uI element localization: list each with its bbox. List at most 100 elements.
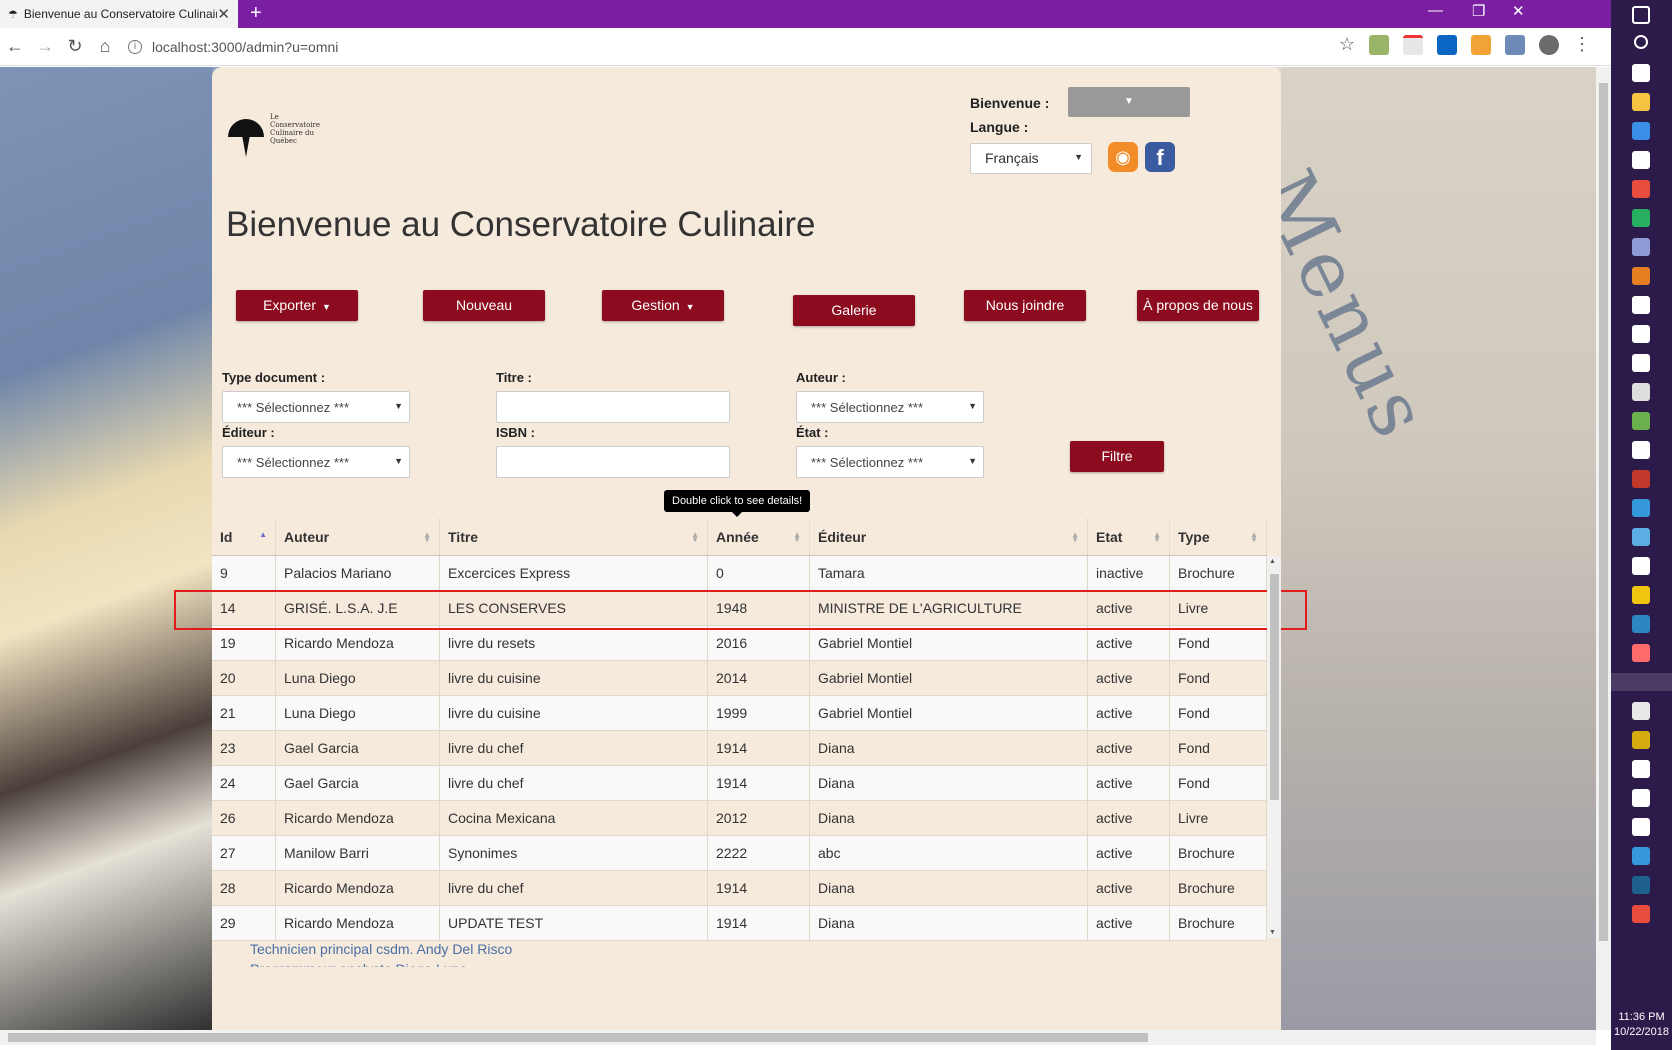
taskbar-app-icon[interactable] <box>1632 209 1650 227</box>
page-vertical-scroll-thumb[interactable] <box>1599 83 1608 941</box>
extension-icon[interactable] <box>1505 34 1525 55</box>
sort-icon[interactable]: ▲ ▼ <box>1153 531 1161 544</box>
taskbar-app-icon[interactable] <box>1632 615 1650 633</box>
column-header[interactable]: Id ▲ <box>212 518 276 555</box>
sort-icon[interactable]: ▲ ▼ <box>691 531 699 544</box>
taskbar-app-icon[interactable] <box>1632 905 1650 923</box>
taskbar-app-icon[interactable] <box>1632 847 1650 865</box>
taskbar-app-icon[interactable] <box>1632 499 1650 517</box>
taskbar-app-icon[interactable] <box>1632 731 1650 749</box>
browser-tab[interactable]: ☂ Bienvenue au Conservatoire Culinaire ✕ <box>0 0 238 28</box>
column-header[interactable]: Année ▲ ▼ <box>708 518 810 555</box>
forward-icon[interactable]: → <box>30 36 60 57</box>
state-select[interactable]: *** Sélectionnez *** ▼ <box>796 446 984 478</box>
windows-start-icon[interactable] <box>1632 6 1650 24</box>
table-row[interactable]: 21 Luna Diego livre du cuisine 1999 Gabriel … <box>212 696 1267 731</box>
column-header[interactable]: Titre ▲ ▼ <box>440 518 708 555</box>
sort-icon[interactable]: ▲ ▼ <box>1071 531 1079 544</box>
manage-button[interactable]: Gestion ▼ <box>602 290 724 321</box>
taskbar-app-icon[interactable] <box>1632 412 1650 430</box>
menu-icon[interactable]: ⋮ <box>1573 34 1591 55</box>
table-row[interactable]: 23 Gael Garcia livre du chef 1914 Diana activ… <box>212 731 1267 766</box>
profile-avatar-icon[interactable] <box>1539 34 1559 55</box>
back-icon[interactable]: ← <box>0 36 30 57</box>
address-bar[interactable]: i localhost:3000/admin?u=omni <box>128 39 338 55</box>
table-row[interactable]: 14 GRISÉ. L.S.A. J.E LES CONSERVES 1948 MINI… <box>212 591 1267 626</box>
home-icon[interactable]: ⌂ <box>90 36 120 57</box>
contact-button[interactable]: Nous joindre <box>964 290 1086 321</box>
taskbar-app-icon[interactable] <box>1632 557 1650 575</box>
table-row[interactable]: 29 Ricardo Mendoza UPDATE TEST 1914 Diana act… <box>212 906 1267 941</box>
taskbar-app-icon[interactable] <box>1632 151 1650 169</box>
user-dropdown[interactable]: ▼ <box>1068 87 1190 117</box>
table-row[interactable]: 9 Palacios Mariano Excercices Express 0 Tama… <box>212 556 1267 591</box>
page-horizontal-scrollbar[interactable] <box>0 1030 1596 1045</box>
scroll-up-icon[interactable]: ▲ <box>1269 558 1276 565</box>
site-logo[interactable]: Le Conservatoire Culinaire du Québec <box>226 113 330 157</box>
cortana-icon[interactable] <box>1634 35 1648 49</box>
taskbar-app-icon[interactable] <box>1632 644 1650 662</box>
rss-icon[interactable]: ◉ <box>1108 142 1138 172</box>
taskbar-app-icon[interactable] <box>1632 267 1650 285</box>
column-header[interactable]: Auteur ▲ ▼ <box>276 518 440 555</box>
export-button[interactable]: Exporter ▼ <box>236 290 358 321</box>
tab-close-icon[interactable]: ✕ <box>217 5 230 23</box>
rss-extension-icon[interactable] <box>1471 34 1491 55</box>
column-header[interactable]: Type ▲ ▼ <box>1170 518 1267 555</box>
taskbar-app-icon[interactable] <box>1632 383 1650 401</box>
isbn-input[interactable] <box>496 446 730 478</box>
taskbar-app-icon[interactable] <box>1632 470 1650 488</box>
taskbar-app-icon[interactable] <box>1632 789 1650 807</box>
page-horizontal-scroll-thumb[interactable] <box>8 1033 1148 1042</box>
table-row[interactable]: 20 Luna Diego livre du cuisine 2014 Gabriel … <box>212 661 1267 696</box>
info-icon[interactable]: i <box>128 39 142 54</box>
taskbar-app-icon[interactable] <box>1632 180 1650 198</box>
taskbar-app-icon[interactable] <box>1611 673 1672 691</box>
taskbar-app-icon[interactable] <box>1632 238 1650 256</box>
restore-icon[interactable]: ❐ <box>1472 2 1485 20</box>
taskbar-app-icon[interactable] <box>1632 586 1650 604</box>
table-row[interactable]: 28 Ricardo Mendoza livre du chef 1914 Diana a… <box>212 871 1267 906</box>
linkedin-icon[interactable] <box>1437 34 1457 55</box>
title-input[interactable] <box>496 391 730 423</box>
new-button[interactable]: Nouveau <box>423 290 545 321</box>
language-select[interactable]: Français ▼ <box>970 143 1092 174</box>
taskbar-app-icon[interactable] <box>1632 64 1650 82</box>
gallery-button[interactable]: Galerie <box>793 295 915 326</box>
column-header[interactable]: Éditeur ▲ ▼ <box>810 518 1088 555</box>
facebook-icon[interactable]: f <box>1145 142 1175 172</box>
author-select[interactable]: *** Sélectionnez *** ▼ <box>796 391 984 423</box>
taskbar-app-icon[interactable] <box>1632 818 1650 836</box>
bookmark-star-icon[interactable]: ☆ <box>1339 34 1355 55</box>
table-scrollbar[interactable]: ▲ ▼ <box>1267 556 1281 938</box>
filter-button[interactable]: Filtre <box>1070 441 1164 472</box>
sort-icon[interactable]: ▲ <box>259 531 267 539</box>
taskbar-app-icon[interactable] <box>1632 760 1650 778</box>
taskbar-app-icon[interactable] <box>1632 441 1650 459</box>
scroll-down-icon[interactable]: ▼ <box>1269 929 1276 936</box>
table-row[interactable]: 26 Ricardo Mendoza Cocina Mexicana 2012 Dian… <box>212 801 1267 836</box>
taskbar-app-icon[interactable] <box>1632 296 1650 314</box>
sort-icon[interactable]: ▲ ▼ <box>1250 531 1258 544</box>
about-button[interactable]: À propos de nous <box>1137 290 1259 321</box>
new-tab-button[interactable]: + <box>250 2 262 25</box>
extension-icon[interactable] <box>1369 34 1389 55</box>
window-close-icon[interactable]: ✕ <box>1512 2 1525 20</box>
taskbar-app-icon[interactable] <box>1632 876 1650 894</box>
table-row[interactable]: 24 Gael Garcia livre du chef 1914 Diana activ… <box>212 766 1267 801</box>
table-row[interactable]: 19 Ricardo Mendoza livre du resets 2016 Gabr… <box>212 626 1267 661</box>
extension-icon[interactable] <box>1403 34 1423 55</box>
taskbar-app-icon[interactable] <box>1632 325 1650 343</box>
editor-select[interactable]: *** Sélectionnez *** ▼ <box>222 446 410 478</box>
taskbar-app-icon[interactable] <box>1632 354 1650 372</box>
taskbar-app-icon[interactable] <box>1632 702 1650 720</box>
column-header[interactable]: Etat ▲ ▼ <box>1088 518 1170 555</box>
taskbar-app-icon[interactable] <box>1632 122 1650 140</box>
type-document-select[interactable]: *** Sélectionnez *** ▼ <box>222 391 410 423</box>
table-row[interactable]: 27 Manilow Barri Synonimes 2222 abc active Bro… <box>212 836 1267 871</box>
table-scroll-thumb[interactable] <box>1270 574 1279 800</box>
taskbar-clock[interactable]: 11:36 PM 10/22/2018 <box>1611 1010 1672 1040</box>
minimize-icon[interactable]: — <box>1428 2 1443 19</box>
sort-icon[interactable]: ▲ ▼ <box>793 531 801 544</box>
taskbar-app-icon[interactable] <box>1632 93 1650 111</box>
